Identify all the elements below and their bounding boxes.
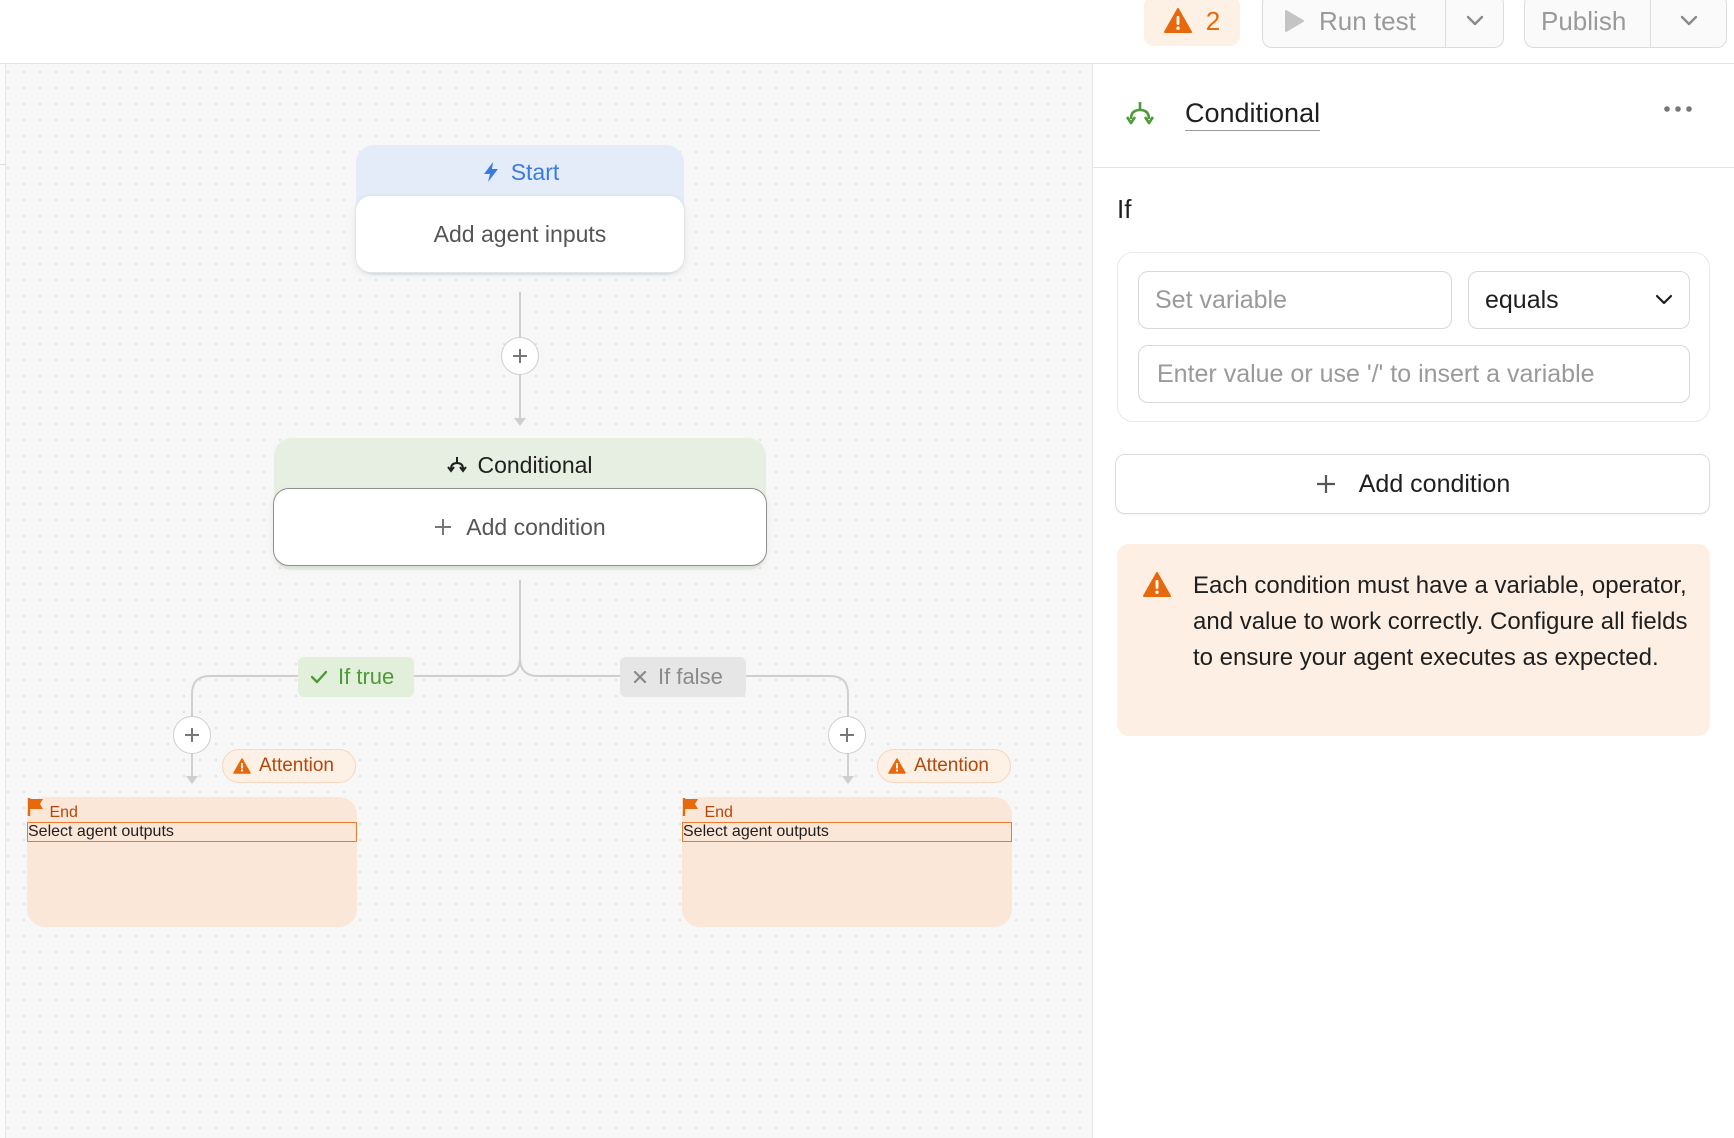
end-node-false[interactable]: End Select agent outputs: [682, 797, 1012, 927]
start-node[interactable]: Start Add agent inputs: [355, 145, 685, 275]
plus-icon: [513, 349, 527, 363]
condition-card: Set variable equals Enter value or use '…: [1117, 252, 1710, 422]
conditional-node[interactable]: Conditional Add condition: [273, 438, 767, 570]
plus-icon: [840, 728, 854, 742]
publish-label: Publish: [1541, 5, 1627, 36]
select-agent-outputs-button[interactable]: Select agent outputs: [682, 822, 1012, 842]
variable-placeholder: Set variable: [1155, 285, 1288, 314]
attention-text: Attention: [914, 755, 989, 776]
flag-icon: [27, 798, 43, 816]
panel-header: Conditional: [1093, 64, 1734, 168]
if-false-text: If false: [658, 664, 723, 689]
operator-select[interactable]: equals: [1468, 271, 1690, 329]
conditional-node-header: Conditional: [274, 438, 766, 492]
add-condition-label: Add condition: [1358, 469, 1511, 498]
top-toolbar: 2 Run test Publish: [0, 0, 1734, 64]
run-test-label: Run test: [1319, 5, 1416, 36]
chevron-down-icon: [1655, 294, 1673, 305]
arrowhead-end-right: [842, 776, 854, 784]
insert-step-false-branch-button[interactable]: [828, 716, 866, 754]
variable-input[interactable]: Set variable: [1138, 271, 1452, 329]
plus-icon: [435, 519, 452, 535]
run-test-button[interactable]: Run test: [1263, 0, 1445, 47]
node-add-condition-label: Add condition: [466, 513, 606, 540]
select-agent-outputs-button[interactable]: Select agent outputs: [27, 822, 357, 842]
chevron-down-icon: [1680, 15, 1697, 26]
node-add-condition-button[interactable]: Add condition: [273, 488, 767, 566]
if-false-branch-label: If false: [620, 657, 746, 697]
plus-icon: [1316, 475, 1335, 493]
operator-value: equals: [1485, 285, 1559, 314]
condition-warning-callout: Each condition must have a variable, ope…: [1117, 544, 1710, 736]
publish-dropdown[interactable]: [1650, 0, 1726, 47]
add-agent-inputs-button[interactable]: Add agent inputs: [355, 195, 685, 273]
select-agent-outputs-label: Select agent outputs: [683, 823, 829, 840]
publish-button[interactable]: Publish: [1525, 0, 1650, 47]
play-icon: [1285, 10, 1304, 32]
more-horizontal-icon[interactable]: [1663, 104, 1693, 114]
branch-split-icon: [1125, 102, 1155, 125]
warning-triangle-icon: [233, 758, 251, 774]
select-agent-outputs-label: Select agent outputs: [28, 823, 174, 840]
attention-text: Attention: [259, 755, 334, 776]
flag-icon: [682, 798, 698, 816]
run-test-dropdown[interactable]: [1445, 0, 1503, 47]
arrowhead-end-left: [186, 776, 198, 784]
warning-triangle-icon: [1143, 572, 1171, 597]
warnings-count: 2: [1205, 5, 1221, 36]
end-node-title: End: [704, 804, 733, 821]
publish-button-group: Publish: [1524, 0, 1727, 48]
arrowhead-conditional: [514, 418, 526, 426]
start-node-title: Start: [510, 158, 560, 185]
start-node-header: Start: [356, 145, 684, 199]
end-node-true[interactable]: End Select agent outputs: [27, 797, 357, 927]
if-true-text: If true: [338, 664, 395, 689]
attention-badge-left: Attention: [222, 749, 356, 783]
end-node-header: End: [27, 797, 357, 822]
x-icon: [633, 670, 647, 684]
if-label: If: [1117, 194, 1132, 224]
add-agent-inputs-label: Add agent inputs: [433, 220, 607, 247]
attention-badge-right: Attention: [877, 749, 1011, 783]
check-icon: [310, 670, 328, 684]
insert-step-button[interactable]: [501, 337, 539, 375]
conditional-settings-panel: Conditional If Set variable equals Enter…: [1092, 64, 1734, 1138]
value-input[interactable]: Enter value or use '/' to insert a varia…: [1138, 345, 1690, 403]
warning-text: Each condition must have a variable, ope…: [1193, 572, 1688, 671]
plus-icon: [185, 728, 199, 742]
branch-split-icon: [447, 457, 468, 473]
conditional-node-title: Conditional: [477, 451, 593, 478]
value-placeholder: Enter value or use '/' to insert a varia…: [1157, 359, 1595, 388]
end-node-header: End: [682, 797, 1012, 822]
warnings-badge[interactable]: 2: [1144, 0, 1240, 46]
lightning-bolt-icon: [483, 162, 498, 182]
run-test-button-group: Run test: [1262, 0, 1504, 48]
if-true-branch-label: If true: [298, 657, 414, 697]
warning-triangle-icon: [888, 758, 906, 774]
insert-step-true-branch-button[interactable]: [173, 716, 211, 754]
panel-title[interactable]: Conditional: [1185, 98, 1321, 131]
chevron-down-icon: [1466, 15, 1483, 26]
end-node-title: End: [49, 804, 78, 821]
warning-triangle-icon: [1163, 8, 1192, 33]
add-condition-button[interactable]: Add condition: [1115, 454, 1710, 514]
